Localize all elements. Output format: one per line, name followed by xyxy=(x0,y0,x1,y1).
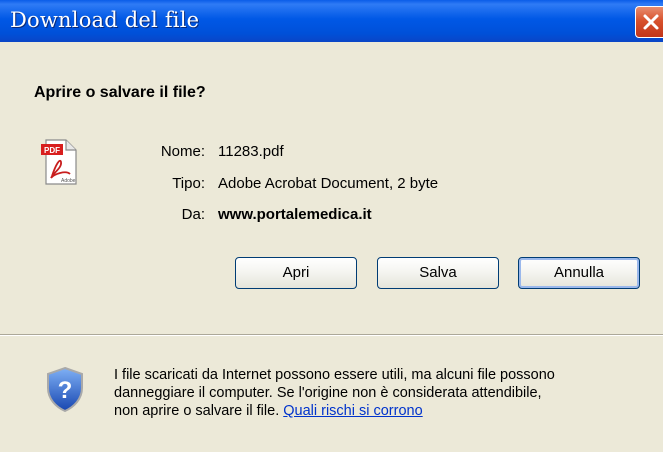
save-button[interactable]: Salva xyxy=(377,257,499,289)
warning-line-2: danneggiare il computer. Se l'origine no… xyxy=(114,385,542,401)
open-button[interactable]: Apri xyxy=(235,257,357,289)
security-warning: I file scaricati da Internet possono ess… xyxy=(114,366,662,420)
download-dialog: Download del file Aprire o salvare il fi… xyxy=(0,0,663,452)
type-value: Adobe Acrobat Document, 2 byte xyxy=(218,175,439,192)
from-value: www.portalemedica.it xyxy=(218,206,372,223)
from-label: Da: xyxy=(181,206,205,223)
close-button[interactable] xyxy=(635,6,663,38)
risks-link[interactable]: Quali rischi si corrono xyxy=(283,403,422,419)
svg-text:?: ? xyxy=(58,377,73,404)
cancel-button[interactable]: Annulla xyxy=(518,257,640,289)
pdf-file-icon: PDF Adobe xyxy=(41,139,77,185)
warning-line-3: non aprire o salvare il file. Quali risc… xyxy=(114,402,662,420)
name-label: Nome: xyxy=(160,143,205,160)
security-shield-icon: ? xyxy=(47,366,83,412)
separator xyxy=(0,334,663,336)
window-title: Download del file xyxy=(10,8,200,32)
type-label: Tipo: xyxy=(172,175,205,192)
warning-line-3-text: non aprire o salvare il file. xyxy=(114,403,284,419)
svg-text:Adobe: Adobe xyxy=(61,178,76,184)
dialog-question: Aprire o salvare il file? xyxy=(34,84,206,101)
warning-line-1: I file scaricati da Internet possono ess… xyxy=(114,367,555,383)
close-icon xyxy=(643,14,659,30)
title-bar[interactable]: Download del file xyxy=(0,0,663,42)
name-value: 11283.pdf xyxy=(218,143,284,160)
svg-text:PDF: PDF xyxy=(44,146,60,155)
